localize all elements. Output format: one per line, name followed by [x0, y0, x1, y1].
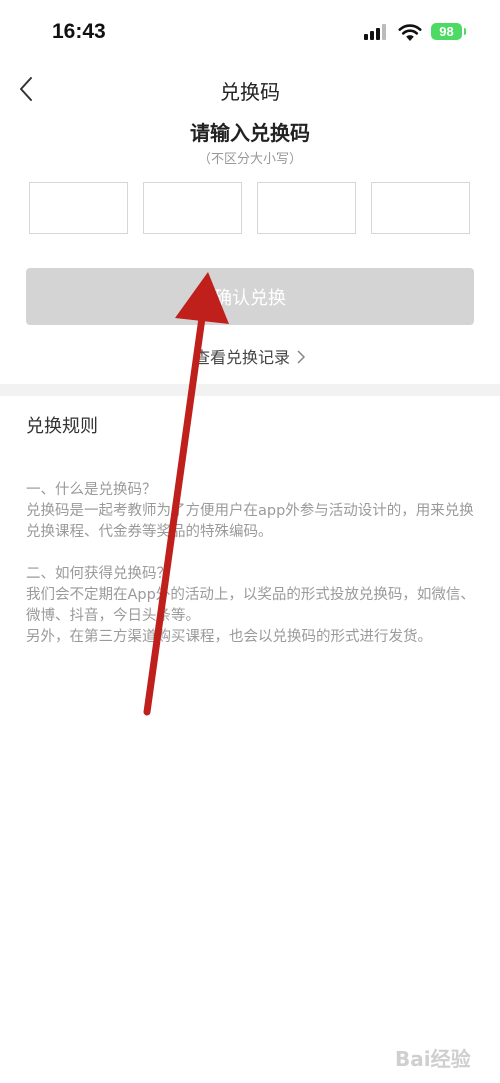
- wifi-icon: [398, 24, 422, 41]
- nav-bar: 兑换码: [0, 62, 500, 118]
- rules-text-1: 兑换码是一起考教师为了方便用户在app外参与活动设计的，用来兑换兑换课程、代金券…: [26, 503, 474, 540]
- status-bar: 16:43 98: [0, 0, 500, 62]
- watermark-text: Bai经验: [395, 1047, 471, 1071]
- code-input-3[interactable]: [257, 182, 356, 234]
- rules-text-3: 另外，在第三方渠道购买课程，也会以兑换码的形式进行发货。: [26, 629, 432, 645]
- battery-tip: [464, 28, 466, 35]
- rules-title: 兑换规则: [26, 416, 98, 437]
- battery-icon: 98: [431, 23, 462, 40]
- rules-heading-2: 二、如何获得兑换码？: [26, 566, 171, 582]
- code-input-group: [29, 182, 472, 236]
- code-input-4[interactable]: [371, 182, 470, 234]
- section-divider: [0, 384, 500, 396]
- rules-heading-1: 一、什么是兑换码？: [26, 482, 157, 498]
- battery-level: 98: [439, 24, 454, 39]
- redeem-title: 请输入兑换码: [190, 121, 310, 145]
- code-input-1[interactable]: [29, 182, 128, 234]
- baidu-jingyan-logo: Bai经验: [395, 1047, 471, 1071]
- cellular-signal-icon: [364, 24, 390, 40]
- code-input-2[interactable]: [143, 182, 242, 234]
- status-time: 16:43: [52, 20, 106, 43]
- redeem-subtitle: （不区分大小写）: [197, 152, 302, 167]
- redeem-record-link[interactable]: 查看兑换记录: [0, 344, 500, 368]
- chevron-right-icon: [297, 350, 306, 364]
- confirm-redeem-button[interactable]: 确认兑换: [26, 268, 474, 325]
- rules-text-2: 我们会不定期在App外的活动上，以奖品的形式投放兑换码，如微信、微博、抖音，今日…: [26, 587, 475, 624]
- redeem-record-label: 查看兑换记录: [193, 348, 290, 367]
- rules-body: 一、什么是兑换码？ 兑换码是一起考教师为了方便用户在app外参与活动设计的，用来…: [26, 480, 481, 648]
- page-title: 兑换码: [220, 80, 280, 104]
